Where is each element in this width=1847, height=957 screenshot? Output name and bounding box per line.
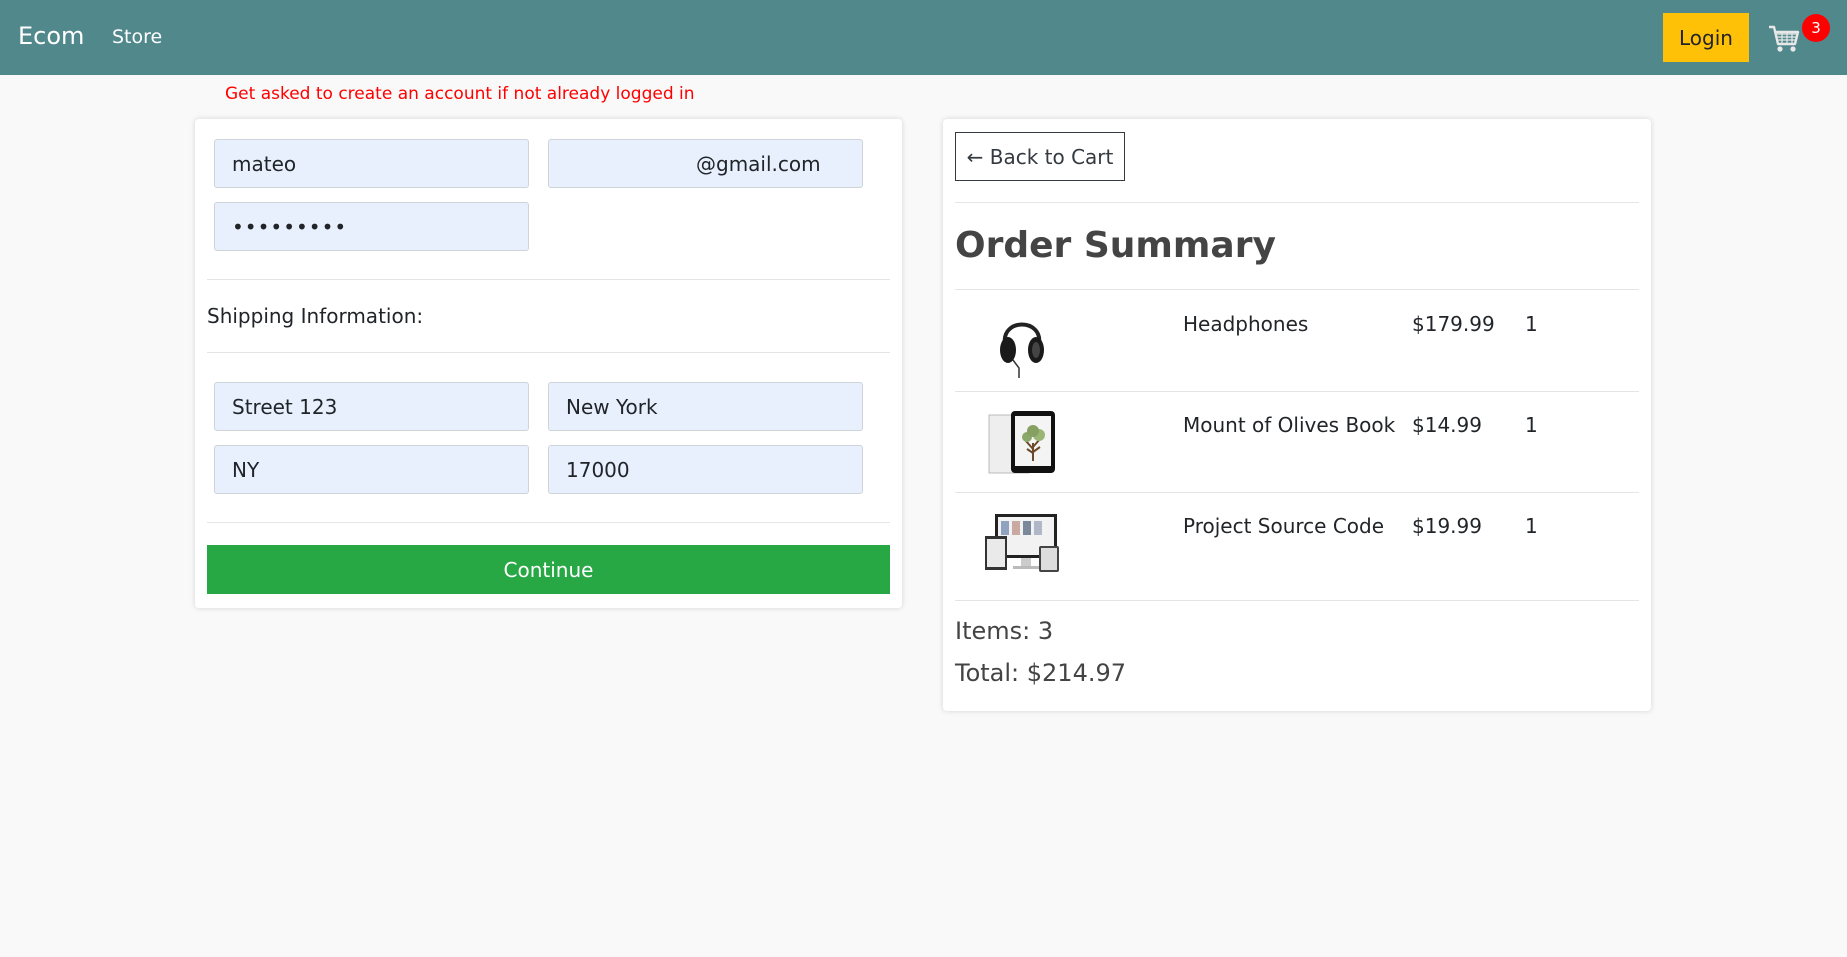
cart-count-badge: 3 bbox=[1802, 14, 1830, 42]
item-name: Project Source Code bbox=[1183, 514, 1385, 538]
order-item-row: Project Source Code $19.99 1 bbox=[955, 492, 1639, 593]
city-field[interactable] bbox=[548, 382, 863, 431]
item-price: $19.99 bbox=[1412, 514, 1482, 538]
divider bbox=[207, 522, 890, 523]
back-to-cart-button[interactable]: ← Back to Cart bbox=[955, 132, 1125, 181]
checkout-form-card: Shipping Information: Continue bbox=[195, 119, 902, 608]
address-field[interactable] bbox=[214, 382, 529, 431]
items-count: Items: 3 bbox=[955, 617, 1054, 645]
item-quantity: 1 bbox=[1525, 312, 1538, 336]
shipping-info-label: Shipping Information: bbox=[207, 304, 424, 328]
item-price: $14.99 bbox=[1412, 413, 1482, 437]
name-field[interactable] bbox=[214, 139, 529, 188]
order-total: Total: $214.97 bbox=[955, 659, 1127, 687]
account-note: Get asked to create an account if not al… bbox=[225, 84, 695, 104]
continue-button[interactable]: Continue bbox=[207, 545, 890, 594]
brand-link[interactable]: Ecom bbox=[18, 22, 84, 50]
item-quantity: 1 bbox=[1525, 514, 1538, 538]
item-name: Mount of Olives Book bbox=[1183, 413, 1396, 437]
zip-field[interactable] bbox=[548, 445, 863, 494]
headphones-image bbox=[1000, 322, 1044, 378]
order-summary-title: Order Summary bbox=[955, 225, 1276, 266]
top-navbar: Ecom Store Login 3 bbox=[0, 0, 1847, 75]
password-field[interactable] bbox=[214, 202, 529, 251]
order-item-row: Headphones $179.99 1 bbox=[955, 290, 1639, 391]
divider bbox=[955, 202, 1639, 203]
source-code-devices-image bbox=[985, 514, 1059, 572]
order-item-row: Mount of Olives Book $14.99 1 bbox=[955, 391, 1639, 492]
item-name: Headphones bbox=[1183, 312, 1309, 336]
cart-icon bbox=[1769, 25, 1800, 52]
divider bbox=[207, 352, 890, 353]
order-summary-card: ← Back to Cart Order Summary Headphones … bbox=[943, 119, 1651, 711]
state-field[interactable] bbox=[214, 445, 529, 494]
cart-button[interactable]: 3 bbox=[1768, 14, 1830, 62]
login-button[interactable]: Login bbox=[1663, 13, 1749, 62]
item-quantity: 1 bbox=[1525, 413, 1538, 437]
book-tablet-image bbox=[988, 411, 1055, 474]
divider bbox=[955, 600, 1639, 601]
email-field[interactable] bbox=[548, 139, 863, 188]
item-price: $179.99 bbox=[1412, 312, 1495, 336]
divider bbox=[207, 279, 890, 280]
store-link[interactable]: Store bbox=[112, 26, 162, 48]
